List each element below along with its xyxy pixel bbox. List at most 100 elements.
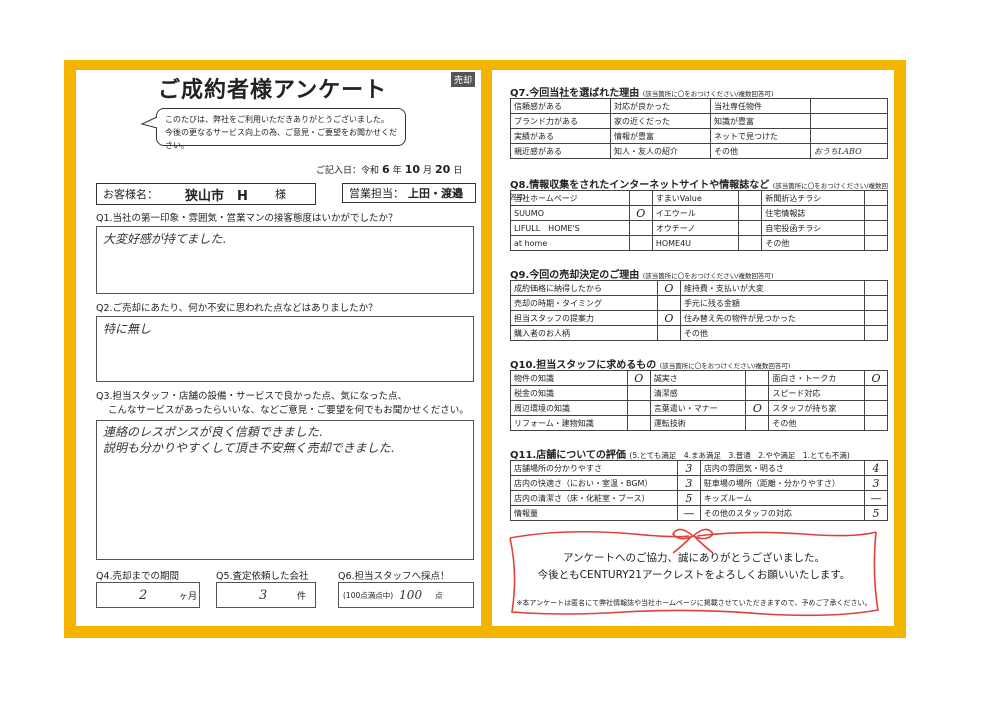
option-cell: 運転技術 [649,415,747,431]
q5-answer-box: 3 件 [216,582,316,608]
q3-question: Q3.担当スタッフ・店舗の設備・サービスで良かった点、気になった点、 こんなサー… [96,391,469,416]
q6-question: Q6.担当スタッフへ採点！ [338,571,450,582]
table-row: 売却の時期・タイミング 手元に残る金額 [510,295,888,311]
answer-mark [626,400,651,416]
option-cell: 誠実さ [649,370,747,386]
option-cell [809,113,889,129]
table-row: LIFULL HOME'S オウチーノ 自宅投函チラシ [510,220,888,236]
answer-mark: — [676,505,701,521]
answer-mark: 3 [676,460,701,476]
answer-mark [745,370,770,386]
option-cell [809,128,889,144]
left-panel: ご成約者様アンケート 売却 このたびは、弊社をご利用いただきありがとうございまし… [76,70,481,626]
answer-mark [738,220,763,236]
q4-answer: 2 [139,587,148,603]
q9-table: 成約価格に納得したから O 維持費・支払いが大変 売却の時期・タイミング 手元に残る金… [510,280,888,341]
table-row: 店舗場所の分かりやすさ 3 店内の雰囲気・明るさ 4 [510,460,888,476]
customer-label: お客様名： [103,188,158,201]
option-cell: 購入者のお人柄 [510,325,658,341]
option-cell: at home [510,235,630,251]
table-row: 税金の知識 清潔感 スピード対応 [510,385,888,401]
answer-mark [628,190,653,206]
option-cell: 店内の清潔さ（床・化粧室・ブース） [510,490,678,506]
option-cell: その他のスタッフの対応 [699,505,866,521]
q7-table: 信頼感がある 対応が良かった 当社専任物件 ブランド力がある 家の近くだった 知識が豊富… [510,98,889,159]
answer-mark [864,205,888,221]
staff-box: 営業担当： 上田・渡邉 [342,183,476,203]
option-cell: リフォーム・建物知識 [510,415,628,431]
option-cell: 税金の知識 [510,385,628,401]
option-cell: スタッフが持ち家 [768,400,865,416]
table-row: 実績がある 情報が豊富 ネットで見つけた [510,128,889,144]
q2-answer: 特に無し [96,316,474,382]
answer-mark [656,325,681,341]
answer-mark [864,415,888,431]
intro-line-1: このたびは、弊社をご利用いただきありがとうございました。 [165,115,389,124]
answer-mark [626,385,651,401]
option-cell: 情報が豊富 [609,128,711,144]
option-cell: 駐車場の場所（距離・分かりやすさ） [699,475,866,491]
answer-mark [864,400,888,416]
table-row: 店内の清潔さ（床・化粧室・ブース） 5 キッズルーム — [510,490,888,506]
option-cell: HOME4U [651,235,740,251]
option-cell [809,98,889,114]
option-cell: LIFULL HOME'S [510,220,630,236]
q9-title: Q9.今回の売却決定のご理由 (該当箇所に〇をおつけください/複数回答可) [510,270,774,281]
answer-mark: 3 [864,475,888,491]
customer-suffix: 様 [275,188,286,201]
option-cell: 売却の時期・タイミング [510,295,658,311]
option-cell: キッズルーム [699,490,866,506]
q10-table: 物件の知識 O 誠実さ 面白さ・トークカ O 税金の知識 清潔感 スピード対応 周辺環境の知… [510,370,888,431]
answer-mark: O [626,370,651,386]
answer-mark: 3 [676,475,701,491]
option-cell: SUUMO [510,205,630,221]
option-cell: 当社ホームページ [510,190,630,206]
option-cell: 面白さ・トークカ [768,370,865,386]
answer-mark: O [656,280,681,296]
q4-answer-box: 2 ヶ月 [96,582,200,608]
answer-mark [656,295,681,311]
answer-mark: 5 [676,490,701,506]
option-cell: 物件の知識 [510,370,628,386]
option-cell: 当社専任物件 [709,98,811,114]
option-cell: 実績がある [510,128,611,144]
option-cell: 清潔感 [649,385,747,401]
q11-table: 店舗場所の分かりやすさ 3 店内の雰囲気・明るさ 4 店内の快適さ（におい・室温・BG… [510,460,888,521]
answer-mark [864,220,888,236]
intro-bubble: このたびは、弊社をご利用いただきありがとうございました。 今後の更なるサービス向… [156,108,406,150]
table-row: 物件の知識 O 誠実さ 面白さ・トークカ O [510,370,888,386]
customer-name: 狭山市 H [185,188,248,204]
q11-title: Q11.店舗についての評価 (5.とても満足 4.まあ満足 3.普通 2.やや満… [510,450,850,461]
answer-mark [628,220,653,236]
option-cell: その他 [709,143,811,159]
table-row: 信頼感がある 対応が良かった 当社専任物件 [510,98,889,114]
right-panel: Q7.今回当社を選ばれた理由 (該当箇所に〇をおつけください/複数回答可) 信頼… [492,70,894,626]
option-cell: ブランド力がある [510,113,611,129]
answer-mark: O [628,205,653,221]
table-row: 店内の快適さ（におい・室温・BGM） 3 駐車場の場所（距離・分かりやすさ） 3 [510,475,888,491]
answer-mark [864,295,888,311]
q7-title: Q7.今回当社を選ばれた理由 (該当箇所に〇をおつけください/複数回答可) [510,88,774,99]
option-cell: 店舗場所の分かりやすさ [510,460,678,476]
option-cell: すまいValue [651,190,740,206]
option-cell: 対応が良かった [609,98,711,114]
q1-question: Q1.当社の第一印象・雰囲気・営業マンの接客態度はいかがでしたか？ [96,213,398,224]
answer-mark [628,235,653,251]
bubble-tail-icon [140,116,158,129]
answer-mark: 5 [864,505,888,521]
option-cell: オウチーノ [651,220,740,236]
table-row: 親近感がある 知人・友人の紹介 その他 おうちLABO [510,143,889,159]
option-cell: その他 [761,235,865,251]
answer-mark [864,280,888,296]
q8-table: 当社ホームページ すまいValue 新聞折込チラシ SUUMO O イエウール 住宅情報誌… [510,190,888,251]
survey-title: ご成約者様アンケート [158,78,388,103]
option-cell: 周辺環境の知識 [510,400,628,416]
table-row: 周辺環境の知識 言葉遣い・マナー O スタッフが持ち家 [510,400,888,416]
option-cell: 知識が豊富 [709,113,811,129]
thanks-message: アンケートへのご協力、誠にありがとうございました。 今後ともCENTURY21ア… [537,552,851,581]
answer-mark: O [656,310,681,326]
q4-question: Q4.売却までの期間 [96,571,180,582]
option-cell: スピード対応 [768,385,865,401]
anonymity-note: ※本アンケートは匿名にて弊社情報誌や当社ホームページに掲載させていただきますので… [516,599,872,607]
option-cell: その他 [679,325,866,341]
